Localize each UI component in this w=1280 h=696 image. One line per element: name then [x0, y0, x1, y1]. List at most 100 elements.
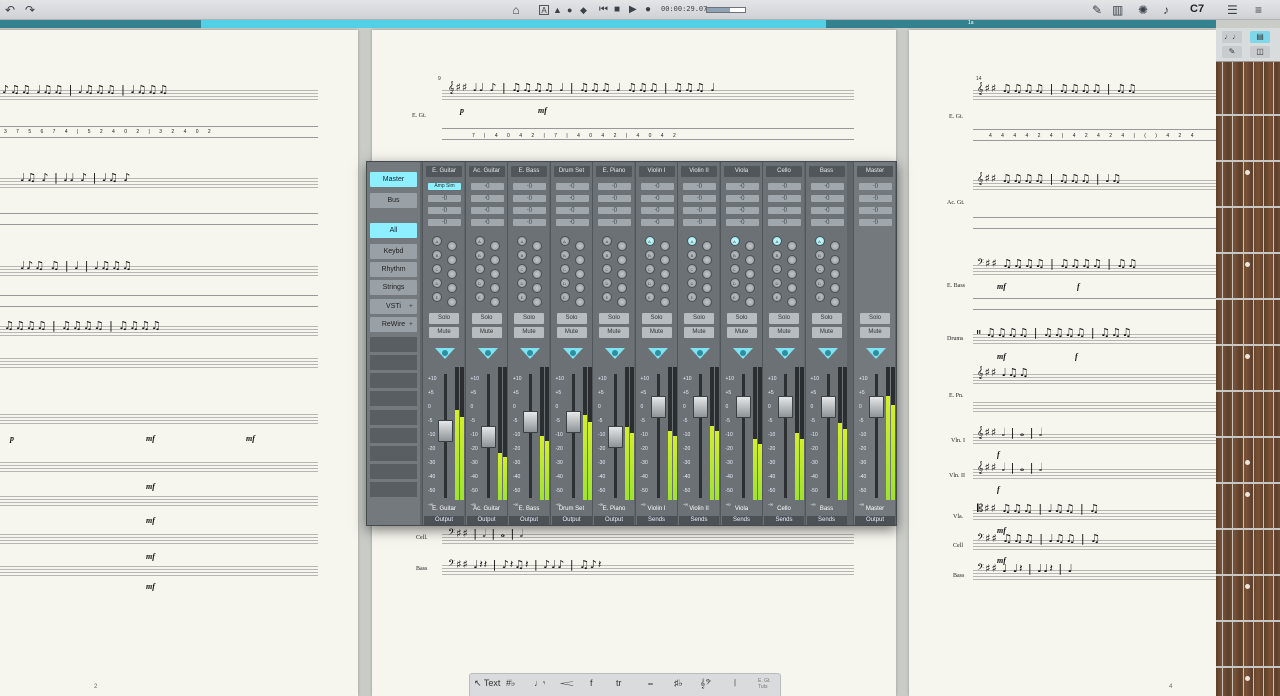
send-level-knob[interactable] [447, 241, 457, 251]
solo-button[interactable]: Solo [641, 313, 672, 324]
channel-name[interactable]: E. Piano [596, 166, 632, 177]
key-signature-tool[interactable]: ♯♭ [674, 678, 683, 689]
send-level-knob[interactable] [744, 269, 755, 279]
send-level-knob[interactable] [489, 283, 500, 293]
insert-slot[interactable]: -() [810, 207, 844, 214]
undo-icon[interactable]: ↶ [5, 2, 15, 18]
mute-button[interactable]: Mute [556, 327, 587, 338]
send-knob[interactable]: E [432, 292, 442, 302]
barline-tool[interactable]: 𝄁 [734, 678, 735, 689]
volume-fader[interactable] [438, 420, 453, 442]
channel-name[interactable]: Cello [766, 166, 802, 177]
metronome-icon[interactable]: ▲ [553, 2, 562, 18]
send-knob[interactable]: C [687, 264, 697, 274]
redo-icon[interactable]: ↷ [25, 2, 35, 18]
volume-fader[interactable] [869, 396, 884, 418]
insert-slot[interactable]: Amp Sim [428, 183, 461, 190]
send-level-knob[interactable] [617, 255, 627, 265]
send-knob[interactable]: A [729, 236, 740, 246]
insert-slot[interactable]: -() [428, 195, 461, 202]
output-routing[interactable]: Output [466, 516, 507, 525]
pan-icon[interactable] [518, 345, 542, 361]
insert-slot[interactable]: -() [859, 183, 892, 190]
rewire-button[interactable]: ReWire + [370, 317, 417, 332]
insert-slot[interactable]: -() [768, 183, 801, 190]
send-knob[interactable]: D [644, 278, 655, 288]
send-level-knob[interactable] [787, 297, 797, 307]
volume-fader[interactable] [693, 396, 708, 418]
send-knob[interactable]: B [772, 250, 782, 260]
rewind-icon[interactable]: ⏮ [599, 2, 608, 18]
send-level-knob[interactable] [744, 255, 755, 265]
volume-fader[interactable] [565, 411, 581, 433]
send-level-knob[interactable] [659, 255, 670, 265]
send-knob[interactable]: B [474, 250, 485, 260]
insert-slot[interactable]: -() [598, 207, 631, 214]
channel-name[interactable]: E. Guitar [426, 166, 462, 177]
mute-button[interactable]: Mute [769, 327, 799, 338]
filter-all-button[interactable]: All [370, 223, 417, 238]
insert-slot[interactable]: -() [859, 195, 892, 202]
mute-button[interactable]: Mute [726, 327, 757, 338]
send-knob[interactable]: E [814, 292, 825, 302]
send-level-knob[interactable] [574, 255, 585, 265]
pan-icon[interactable] [688, 345, 712, 361]
filter-rhythm-button[interactable]: Rhythm [370, 262, 417, 277]
filter-strings-button[interactable]: Strings [370, 280, 417, 295]
pan-icon[interactable] [864, 345, 888, 361]
insert-slot[interactable]: -() [598, 219, 631, 226]
send-knob[interactable]: B [729, 250, 740, 260]
hairpin-tool[interactable]: 𝆒 [560, 678, 574, 689]
send-level-knob[interactable] [532, 269, 542, 279]
send-level-knob[interactable] [532, 283, 542, 293]
send-knob[interactable]: C [432, 264, 442, 274]
output-routing[interactable]: Sends [806, 516, 847, 525]
send-knob[interactable]: B [687, 250, 697, 260]
send-knob[interactable]: B [602, 250, 612, 260]
send-knob[interactable]: D [729, 278, 740, 288]
send-level-knob[interactable] [744, 241, 755, 251]
insert-slot[interactable]: -() [513, 207, 546, 214]
accidentals-tool[interactable]: #♭ [506, 678, 515, 689]
send-level-knob[interactable] [829, 255, 840, 265]
output-routing[interactable]: Output [855, 516, 895, 525]
insert-slot[interactable]: -() [513, 183, 546, 190]
insert-slot[interactable]: -() [640, 219, 674, 226]
timeline-bar[interactable]: 1a [0, 20, 1216, 28]
send-level-knob[interactable] [829, 241, 840, 251]
send-knob[interactable]: C [772, 264, 782, 274]
fretboard[interactable] [1216, 62, 1280, 696]
insert-slot[interactable]: -() [470, 219, 504, 226]
insert-slot[interactable]: -() [683, 219, 716, 226]
mute-button[interactable]: Mute [514, 327, 544, 338]
solo-button[interactable]: Solo [769, 313, 799, 324]
notes-view-button[interactable]: ♩♩ [1222, 31, 1242, 43]
send-level-knob[interactable] [447, 297, 457, 307]
insert-slot[interactable]: -() [470, 183, 504, 190]
output-routing[interactable]: Sends [679, 516, 719, 525]
insert-slot[interactable]: -() [555, 195, 589, 202]
mute-button[interactable]: Mute [684, 327, 714, 338]
drumkit-icon[interactable]: ✺ [1138, 2, 1148, 18]
send-knob[interactable]: E [687, 292, 697, 302]
pan-icon[interactable] [476, 345, 500, 361]
insert-slot[interactable]: -() [810, 183, 844, 190]
send-level-knob[interactable] [787, 241, 797, 251]
stop-icon[interactable]: ■ [614, 2, 620, 18]
send-level-knob[interactable] [744, 297, 755, 307]
send-knob[interactable]: E [644, 292, 655, 302]
volume-fader[interactable] [820, 396, 836, 418]
trill-tool[interactable]: tr [616, 678, 622, 688]
insert-slot[interactable]: -() [428, 219, 461, 226]
insert-slot[interactable]: -() [768, 207, 801, 214]
mute-button[interactable]: Mute [599, 327, 629, 338]
send-level-knob[interactable] [829, 269, 840, 279]
output-routing[interactable]: Output [594, 516, 634, 525]
insert-slot[interactable]: -() [640, 183, 674, 190]
autopan-icon[interactable]: A [539, 5, 549, 15]
send-level-knob[interactable] [532, 241, 542, 251]
volume-fader[interactable] [650, 396, 666, 418]
insert-slot[interactable]: -() [555, 183, 589, 190]
send-level-knob[interactable] [659, 241, 670, 251]
send-level-knob[interactable] [659, 269, 670, 279]
